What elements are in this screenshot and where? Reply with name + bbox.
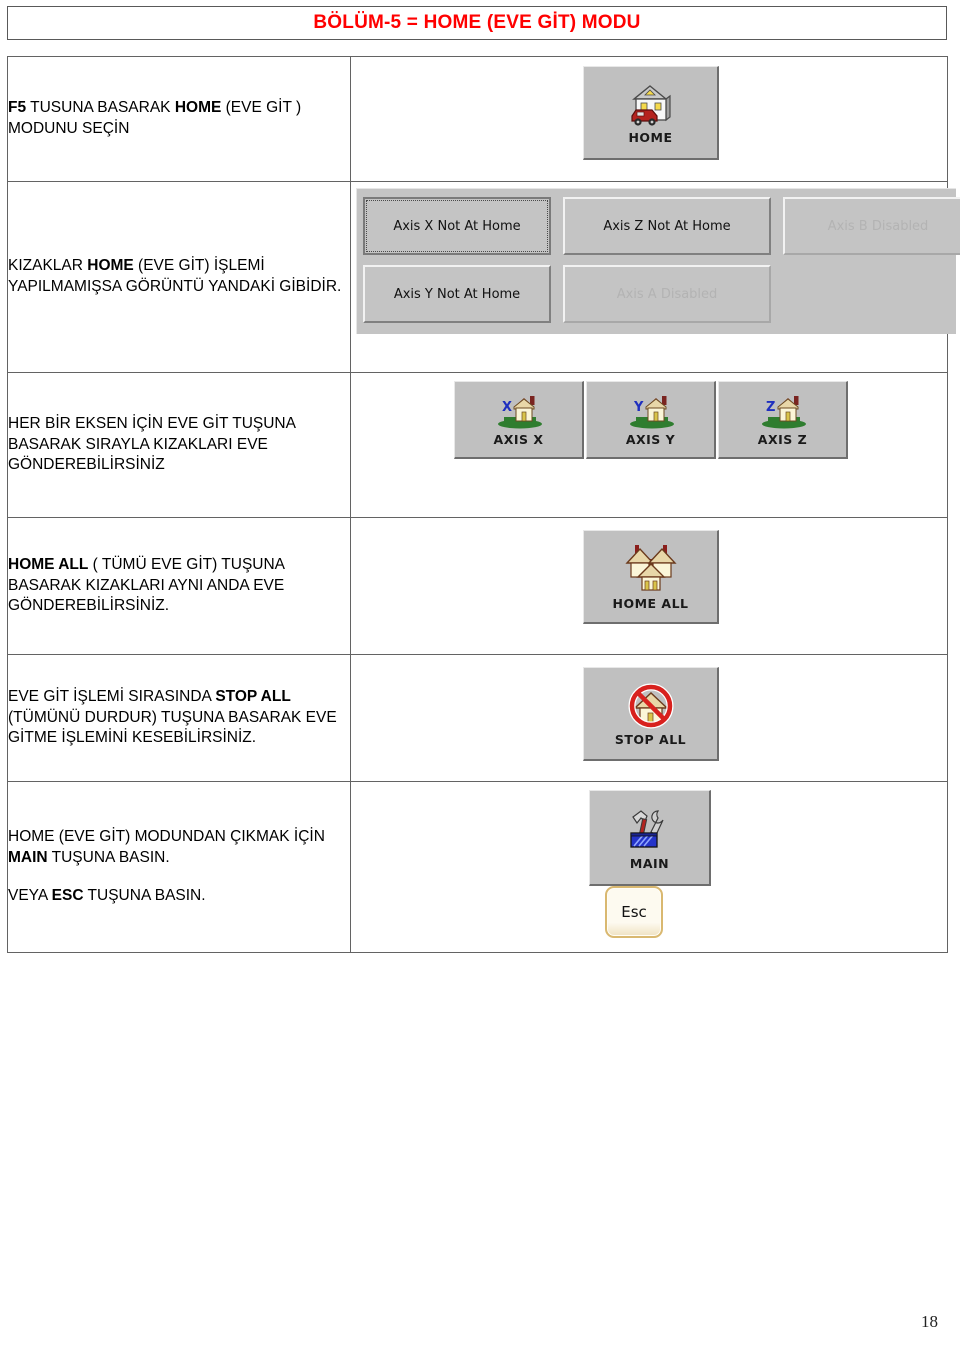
main-keyword: MAIN — [8, 848, 48, 866]
toolbox-hammer-wrench-icon — [625, 805, 675, 853]
axis-buttons-group: X AXIS X Y AXIS Y Z AXIS Z — [454, 381, 848, 459]
key-f5-label: F5 — [8, 99, 27, 117]
svg-text:X: X — [502, 400, 512, 415]
axis-y-button-label: AXIS Y — [625, 431, 676, 447]
esc-keyword: ESC — [51, 887, 84, 905]
home-all-keyword: HOME ALL — [8, 556, 89, 574]
row-text-cell-select-home-mode: F5 TUSUNA BASARAK HOME (EVE GİT ) MODUNU… — [7, 56, 351, 182]
house-prohibited-icon — [625, 681, 677, 729]
multiple-houses-icon — [623, 543, 679, 593]
instruction-fragment: TUŞUNA BASIN. — [83, 887, 206, 905]
table-row: HOME ALL ( TÜMÜ EVE GİT) TUŞUNA BASARAK … — [7, 517, 948, 655]
axis-z-button[interactable]: Z AXIS Z — [718, 381, 848, 459]
axis-x-button-label: AXIS X — [493, 431, 544, 447]
axis-y-status-label: Axis Y Not At Home — [393, 286, 521, 302]
axis-status-empty-slot — [783, 265, 960, 323]
row-visual-cell-axis-status: Axis X Not At Home Axis Z Not At Home Ax… — [350, 181, 960, 373]
esc-key-label: Esc — [621, 903, 647, 921]
house-axis-z-icon: Z — [754, 393, 812, 429]
house-axis-x-icon: X — [490, 393, 548, 429]
house-with-car-icon — [624, 81, 678, 127]
home-keyword: HOME — [174, 99, 222, 117]
instruction-fragment: TUŞUNA BASIN. — [47, 848, 170, 866]
row-text-cell-axis-status: KIZAKLAR HOME (EVE GİT) İŞLEMİ YAPILMAMI… — [7, 181, 351, 373]
axis-a-status-label: Axis A Disabled — [616, 286, 718, 302]
row-text-cell-stop-all: EVE GİT İŞLEMİ SIRASINDA STOP ALL (TÜMÜN… — [7, 654, 351, 782]
home-all-button[interactable]: HOME ALL — [583, 530, 719, 624]
page-title: BÖLÜM-5 = HOME (EVE GİT) MODU — [313, 12, 641, 33]
axis-y-button[interactable]: Y AXIS Y — [586, 381, 716, 459]
stop-all-button-label: STOP ALL — [614, 731, 687, 747]
svg-text:Y: Y — [633, 400, 644, 415]
instruction-fragment: EVE GİT İŞLEMİ SIRASINDA — [8, 688, 216, 706]
home-keyword: HOME — [87, 257, 134, 275]
table-row: EVE GİT İŞLEMİ SIRASINDA STOP ALL (TÜMÜN… — [7, 654, 948, 782]
stop-all-button[interactable]: STOP ALL — [583, 667, 719, 761]
axis-status-grid: Axis X Not At Home Axis Z Not At Home Ax… — [363, 197, 960, 323]
instruction-fragment: KIZAKLAR — [8, 257, 88, 275]
row-text-cell-exit-home-mode: HOME (EVE GİT) MODUNDAN ÇIKMAK İÇİN MAIN… — [7, 781, 351, 953]
axis-y-status-box[interactable]: Axis Y Not At Home — [363, 265, 551, 323]
axis-b-status-label: Axis B Disabled — [827, 218, 929, 234]
row-text-cell-per-axis-home: HER BİR EKSEN İÇİN EVE GİT TUŞUNA BASARA… — [7, 372, 351, 518]
house-axis-y-icon: Y — [622, 393, 680, 429]
table-row: F5 TUSUNA BASARAK HOME (EVE GİT ) MODUNU… — [7, 56, 948, 182]
main-button-label: MAIN — [629, 855, 670, 871]
home-button-label: HOME — [628, 129, 673, 145]
stop-all-keyword: STOP ALL — [215, 688, 291, 706]
axis-b-status-box: Axis B Disabled — [783, 197, 960, 255]
axis-x-status-box[interactable]: Axis X Not At Home — [363, 197, 551, 255]
instruction-fragment: HOME (EVE GİT) MODUNDAN ÇIKMAK İÇİN — [8, 828, 325, 846]
axis-z-button-label: AXIS Z — [757, 431, 808, 447]
row-visual-cell-home-all: HOME ALL — [350, 517, 948, 655]
axis-a-status-box: Axis A Disabled — [563, 265, 771, 323]
row-text-cell-home-all: HOME ALL ( TÜMÜ EVE GİT) TUŞUNA BASARAK … — [7, 517, 351, 655]
svg-text:Z: Z — [766, 400, 775, 415]
axis-x-status-label: Axis X Not At Home — [393, 218, 521, 234]
axis-z-status-box[interactable]: Axis Z Not At Home — [563, 197, 771, 255]
axis-z-status-label: Axis Z Not At Home — [603, 218, 731, 234]
esc-key[interactable]: Esc — [605, 886, 663, 938]
chapter-title-banner: BÖLÜM-5 = HOME (EVE GİT) MODU — [7, 6, 947, 40]
instruction-text: EVE GİT İŞLEMİ SIRASINDA STOP ALL (TÜMÜN… — [8, 687, 350, 749]
instruction-text: HOME ALL ( TÜMÜ EVE GİT) TUŞUNA BASARAK … — [8, 555, 350, 617]
main-button[interactable]: MAIN — [589, 790, 711, 886]
table-row: HER BİR EKSEN İÇİN EVE GİT TUŞUNA BASARA… — [7, 372, 948, 518]
instructions-table: F5 TUSUNA BASARAK HOME (EVE GİT ) MODUNU… — [7, 56, 960, 953]
instruction-text: KIZAKLAR HOME (EVE GİT) İŞLEMİ YAPILMAMI… — [8, 256, 350, 297]
home-all-button-label: HOME ALL — [612, 595, 689, 611]
instruction-text: F5 TUSUNA BASARAK HOME (EVE GİT ) MODUNU… — [8, 98, 350, 139]
home-button[interactable]: HOME — [583, 66, 719, 160]
row-visual-cell-stop-all: STOP ALL — [350, 654, 948, 782]
axis-x-button[interactable]: X AXIS X — [454, 381, 584, 459]
row-visual-cell-home-button: HOME — [350, 56, 948, 182]
instruction-text-secondary: VEYA ESC TUŞUNA BASIN. — [8, 886, 350, 907]
page-number: 18 — [921, 1312, 938, 1331]
table-row: HOME (EVE GİT) MODUNDAN ÇIKMAK İÇİN MAIN… — [7, 781, 948, 953]
row-visual-cell-axis-buttons: X AXIS X Y AXIS Y Z AXIS Z — [350, 372, 948, 518]
axis-status-panel: Axis X Not At Home Axis Z Not At Home Ax… — [356, 188, 960, 334]
instruction-text: HOME (EVE GİT) MODUNDAN ÇIKMAK İÇİN MAIN… — [8, 827, 350, 907]
row-visual-cell-main: MAIN Esc — [350, 781, 948, 953]
instruction-fragment: HER BİR EKSEN İÇİN EVE GİT TUŞUNA BASARA… — [8, 415, 296, 474]
instruction-fragment: VEYA — [8, 887, 52, 905]
table-row: KIZAKLAR HOME (EVE GİT) İŞLEMİ YAPILMAMI… — [7, 181, 960, 373]
instruction-fragment: (TÜMÜNÜ DURDUR) TUŞUNA BASARAK EVE GİTME… — [8, 708, 337, 747]
instruction-text: HER BİR EKSEN İÇİN EVE GİT TUŞUNA BASARA… — [8, 414, 350, 476]
instruction-fragment: TUSUNA BASARAK — [26, 99, 175, 117]
